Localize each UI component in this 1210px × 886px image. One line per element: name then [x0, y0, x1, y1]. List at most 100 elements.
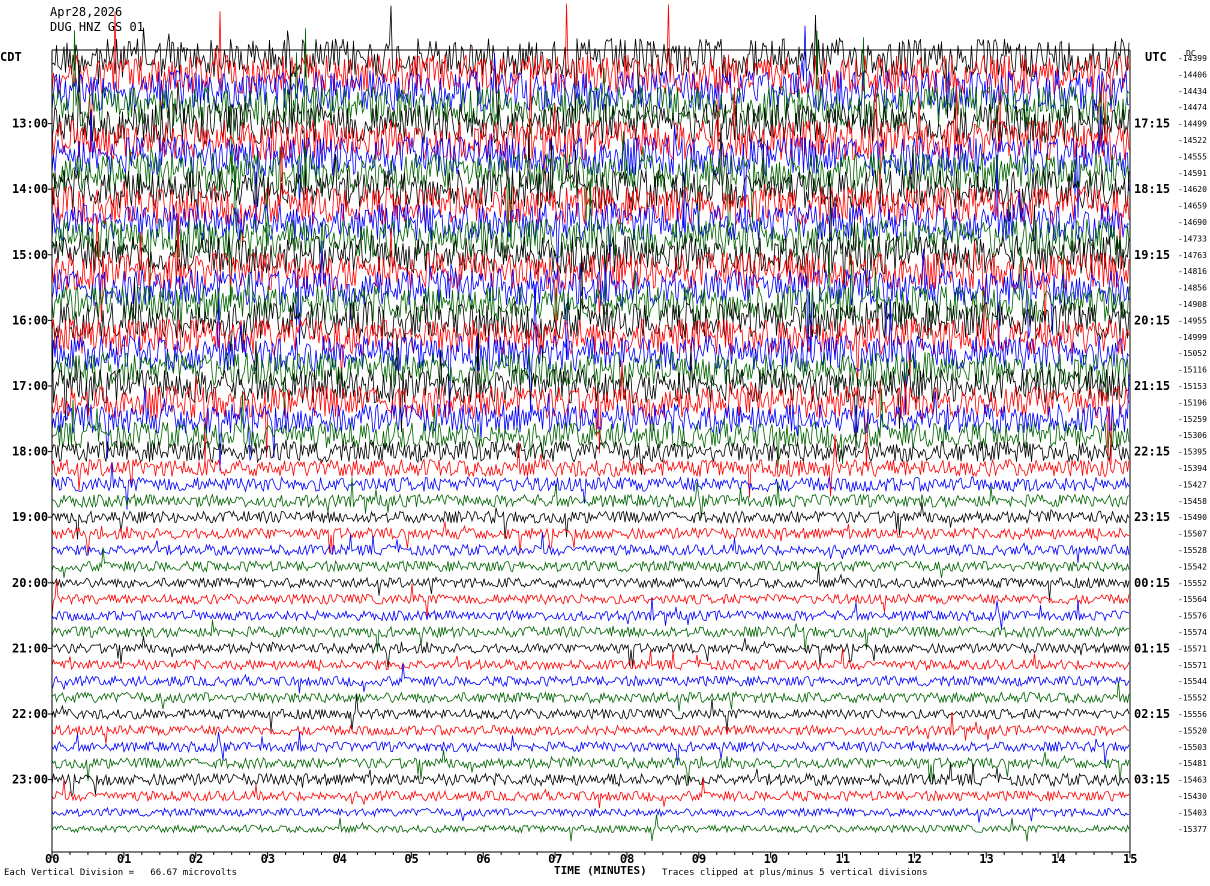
x-tick-label: 03 [261, 852, 275, 866]
dc-offset-label: -14659 [1178, 202, 1207, 211]
dc-offset-label: -15395 [1178, 448, 1207, 457]
dc-offset-label: -14955 [1178, 316, 1207, 325]
left-hour-label: 21:00 [12, 641, 48, 655]
dc-label: DC [1186, 49, 1196, 58]
seismic-trace [51, 283, 1130, 416]
dc-offset-label: -15481 [1178, 759, 1207, 768]
dc-offset-label: -15574 [1178, 628, 1207, 637]
dc-offset-label: -15403 [1178, 808, 1207, 817]
dc-offset-label: -14999 [1178, 333, 1207, 342]
seismic-trace [51, 762, 1130, 797]
dc-offset-label: -15377 [1178, 825, 1207, 834]
x-tick-label: 02 [189, 852, 203, 866]
right-hour-label: 03:15 [1134, 773, 1170, 787]
dc-offset-label: -14522 [1178, 136, 1207, 145]
dc-offset-label: -14434 [1178, 87, 1207, 96]
dc-offset-label: -15463 [1178, 776, 1207, 785]
right-hour-label: 01:15 [1134, 641, 1170, 655]
x-tick-label: 05 [404, 852, 418, 866]
dc-offset-label: -14690 [1178, 218, 1207, 227]
dc-offset-label: -15427 [1178, 480, 1207, 489]
dc-offset-label: -15544 [1178, 677, 1207, 686]
right-hour-label: 20:15 [1134, 313, 1170, 327]
dc-offset-label: -15552 [1178, 579, 1207, 588]
seismic-trace [51, 814, 1130, 842]
left-hour-label: 18:00 [12, 445, 48, 459]
dc-offset-label: -15306 [1178, 431, 1207, 440]
right-hour-label: 17:15 [1134, 117, 1170, 131]
dc-offset-label: -15052 [1178, 349, 1207, 358]
dc-offset-label: -15552 [1178, 694, 1207, 703]
x-tick-label: 09 [692, 852, 706, 866]
dc-offset-label: -14908 [1178, 300, 1207, 309]
seismic-trace [51, 681, 1130, 712]
left-hour-label: 22:00 [12, 707, 48, 721]
dc-offset-label: -15556 [1178, 710, 1207, 719]
dc-offset-label: -15576 [1178, 612, 1207, 621]
dc-offset-label: -15259 [1178, 415, 1207, 424]
dc-offset-label: -14620 [1178, 185, 1207, 194]
dc-offset-label: -15520 [1178, 726, 1207, 735]
x-tick-label: 10 [764, 852, 778, 866]
dc-offset-label: -15458 [1178, 497, 1207, 506]
x-tick-label: 15 [1123, 852, 1137, 866]
seismic-trace [51, 439, 1130, 475]
dc-offset-label: -15490 [1178, 513, 1207, 522]
left-hour-label: 16:00 [12, 313, 48, 327]
dc-offset-label: -14499 [1178, 120, 1207, 129]
left-hour-label: 19:00 [12, 510, 48, 524]
helicorder-plot: -14399-14406-14434-14474-14499-14522-145… [12, 3, 1207, 866]
dc-offset-label: -15564 [1178, 595, 1207, 604]
dc-offset-label: -14591 [1178, 169, 1207, 178]
left-hour-label: 15:00 [12, 248, 48, 262]
right-hour-label: 00:15 [1134, 576, 1170, 590]
seismic-trace [51, 806, 1130, 823]
dc-offset-label: -15571 [1178, 644, 1207, 653]
seismic-trace [51, 579, 1130, 617]
seismic-trace [51, 316, 1130, 385]
seismic-trace [51, 635, 1130, 668]
dc-offset-label: -15542 [1178, 562, 1207, 571]
right-hour-label: 18:15 [1134, 182, 1170, 196]
dc-offset-label: -15528 [1178, 546, 1207, 555]
clip-note: Traces clipped at plus/minus 5 vertical … [662, 868, 928, 878]
left-hour-label: 17:00 [12, 379, 48, 393]
right-hour-label: 23:15 [1134, 510, 1170, 524]
right-hour-label: 21:15 [1134, 379, 1170, 393]
trace-layer [51, 3, 1130, 842]
dc-offset-label: -15430 [1178, 792, 1207, 801]
x-tick-label: 06 [476, 852, 490, 866]
right-timezone-label: UTC [1145, 50, 1167, 64]
x-tick-label: 04 [332, 852, 346, 866]
right-hour-label: 19:15 [1134, 248, 1170, 262]
seismic-trace [51, 477, 1130, 518]
dc-offset-label: -14733 [1178, 234, 1207, 243]
seismic-trace [51, 5, 1130, 125]
seismic-trace [51, 731, 1130, 766]
dc-offset-label: -15571 [1178, 661, 1207, 670]
left-hour-label: 13:00 [12, 117, 48, 131]
left-hour-label: 23:00 [12, 773, 48, 787]
dc-offset-label: -15503 [1178, 743, 1207, 752]
scale-note: Each Vertical Division = 66.67 microvolt… [4, 868, 237, 878]
seismic-trace [51, 663, 1130, 694]
x-tick-label: 13 [979, 852, 993, 866]
dc-offset-label: -15153 [1178, 382, 1207, 391]
dc-offset-label: -15196 [1178, 398, 1207, 407]
left-hour-label: 20:00 [12, 576, 48, 590]
dc-offset-label: -14856 [1178, 284, 1207, 293]
dc-offset-label: -14816 [1178, 267, 1207, 276]
left-timezone-label: CDT [0, 50, 22, 64]
x-tick-label: 11 [836, 852, 850, 866]
seismic-trace [51, 711, 1130, 744]
left-hour-label: 14:00 [12, 182, 48, 196]
seismic-trace [51, 778, 1130, 809]
dc-offset-label: -15116 [1178, 366, 1207, 375]
x-tick-label: 01 [117, 852, 131, 866]
dc-offset-label: -14406 [1178, 70, 1207, 79]
dc-offset-label: -14474 [1178, 103, 1207, 112]
x-tick-label: 12 [907, 852, 921, 866]
x-axis-title: TIME (MINUTES) [554, 864, 647, 877]
station-label: DUG HNZ GS 01 [50, 20, 144, 34]
dc-offset-label: -15394 [1178, 464, 1207, 473]
